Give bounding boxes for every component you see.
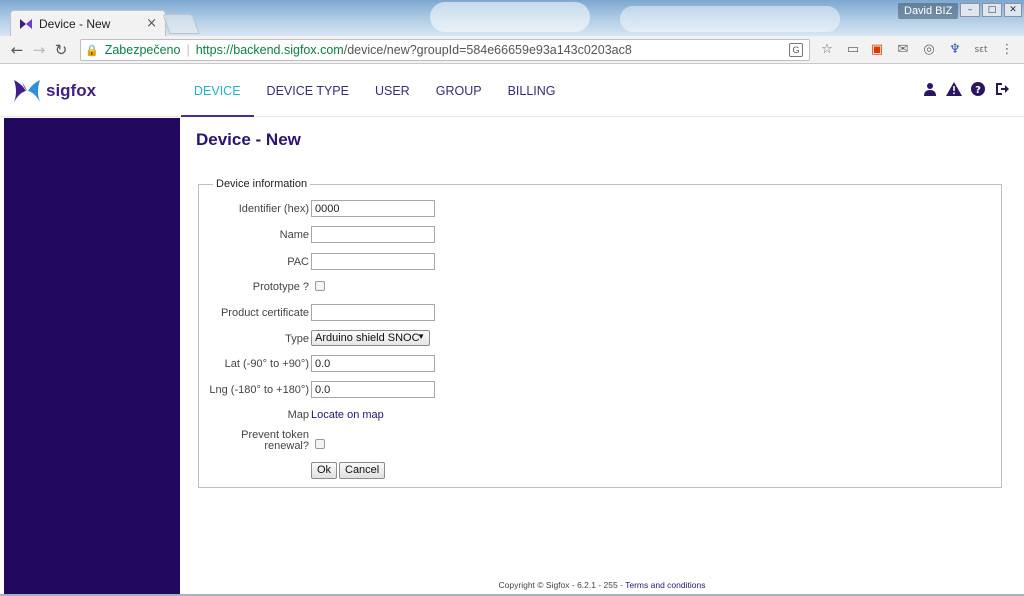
- extension-figure-icon[interactable]: ♆: [946, 41, 964, 59]
- prevent-token-checkbox[interactable]: [315, 439, 325, 449]
- warning-icon[interactable]: [946, 82, 962, 98]
- minimize-icon[interactable]: –: [960, 3, 980, 17]
- identifier-input[interactable]: [311, 200, 435, 217]
- translate-icon[interactable]: G: [789, 43, 803, 57]
- user-icon[interactable]: [922, 82, 938, 98]
- sidebar: [4, 118, 180, 596]
- bookmark-star-icon[interactable]: ☆: [818, 41, 836, 59]
- ok-button[interactable]: Ok: [311, 462, 338, 479]
- svg-text:?: ?: [975, 85, 981, 96]
- mail-icon[interactable]: ✉: [894, 41, 912, 59]
- prevent-token-label: Prevent token renewal?: [241, 430, 309, 452]
- type-row: Type Arduino shield SNOC ▼: [199, 330, 999, 350]
- name-row: Name: [199, 226, 999, 246]
- brand-name: sigfox: [46, 81, 97, 100]
- pac-row: PAC: [199, 253, 999, 273]
- sigfox-logo-icon: [14, 80, 40, 102]
- office-icon[interactable]: ▣: [868, 41, 886, 59]
- name-input[interactable]: [311, 226, 435, 243]
- nav-group[interactable]: GROUP: [423, 65, 495, 117]
- tab-title: Device - New: [39, 16, 111, 31]
- map-row: Map Locate on map: [199, 406, 999, 426]
- reload-icon[interactable]: ↻: [50, 41, 72, 59]
- nav-device-type[interactable]: DEVICE TYPE: [254, 65, 362, 117]
- name-label: Name: [279, 229, 309, 241]
- nav-billing[interactable]: BILLING: [495, 65, 569, 117]
- extension-set-icon[interactable]: sɛt: [972, 41, 990, 59]
- main-nav: DEVICE DEVICE TYPE USER GROUP BILLING: [181, 65, 569, 117]
- tab-close-icon[interactable]: ×: [146, 16, 157, 31]
- buttons-row: Ok Cancel: [199, 462, 999, 482]
- address-bar[interactable]: 🔒 Zabezpečeno | https://backend.sigfox.c…: [80, 39, 810, 61]
- nav-device[interactable]: DEVICE: [181, 65, 254, 117]
- product-certificate-row: Product certificate: [199, 304, 999, 324]
- main-content: Device - New Device information Identifi…: [180, 118, 1024, 596]
- nav-user[interactable]: USER: [362, 65, 423, 117]
- extension-icon[interactable]: ▭: [844, 41, 862, 59]
- prevent-token-row: Prevent token renewal?: [199, 430, 999, 456]
- menu-icon[interactable]: ⋮: [998, 41, 1016, 59]
- product-certificate-input[interactable]: [311, 304, 435, 321]
- secure-label: Zabezpečeno: [104, 43, 181, 57]
- prevent-token-label-line2: renewal?: [264, 440, 309, 452]
- map-label: Map: [287, 409, 309, 421]
- extension-circle-icon[interactable]: ◎: [920, 41, 938, 59]
- pac-input[interactable]: [311, 253, 435, 270]
- prototype-checkbox[interactable]: [315, 281, 325, 291]
- cancel-button[interactable]: Cancel: [339, 462, 386, 479]
- new-tab-button[interactable]: [162, 14, 200, 34]
- sky-cloud: [430, 2, 590, 32]
- sigfox-favicon-icon: [20, 18, 32, 29]
- type-label: Type: [285, 333, 309, 345]
- back-icon[interactable]: ←: [6, 41, 28, 59]
- maximize-icon[interactable]: □: [982, 3, 1002, 17]
- pac-label: PAC: [287, 256, 309, 268]
- lng-label: Lng (-180° to +180°): [209, 384, 309, 396]
- lat-row: Lat (-90° to +90°): [199, 355, 999, 375]
- lat-input[interactable]: [311, 355, 435, 372]
- close-window-icon[interactable]: ✕: [1004, 3, 1022, 17]
- page-title: Device - New: [196, 130, 301, 149]
- copyright-text: Copyright © Sigfox - 6.2.1 - 255 -: [498, 580, 626, 590]
- type-selected-value: Arduino shield SNOC: [315, 332, 420, 344]
- browser-titlebar: Device - New × David BIZ – □ ✕: [0, 0, 1024, 36]
- sky-cloud: [620, 6, 840, 32]
- dropdown-arrow-icon: ▼: [417, 332, 425, 341]
- locate-on-map-link[interactable]: Locate on map: [311, 409, 384, 421]
- footer: Copyright © Sigfox - 6.2.1 - 255 - Terms…: [180, 580, 1024, 590]
- app: sigfox DEVICE DEVICE TYPE USER GROUP BIL…: [0, 65, 1024, 596]
- sigfox-logo[interactable]: sigfox: [12, 78, 96, 104]
- device-information-form: Device information Identifier (hex) Name…: [198, 178, 1002, 488]
- app-header: sigfox DEVICE DEVICE TYPE USER GROUP BIL…: [0, 65, 1024, 117]
- identifier-row: Identifier (hex): [199, 200, 999, 220]
- url-host: https://backend.sigfox.com: [195, 43, 344, 57]
- url-path: /device/new?groupId=584e66659e93a143c020…: [343, 43, 632, 57]
- prototype-row: Prototype ?: [199, 278, 999, 298]
- product-certificate-label: Product certificate: [220, 307, 309, 319]
- lng-row: Lng (-180° to +180°): [199, 381, 999, 401]
- lat-label: Lat (-90° to +90°): [224, 358, 309, 370]
- browser-user-badge[interactable]: David BIZ: [898, 3, 959, 19]
- lock-icon: 🔒: [85, 44, 99, 57]
- lng-input[interactable]: [311, 381, 435, 398]
- header-icons: ?: [922, 82, 1010, 98]
- identifier-label: Identifier (hex): [238, 203, 309, 215]
- terms-link[interactable]: Terms and conditions: [625, 580, 705, 590]
- type-select[interactable]: Arduino shield SNOC ▼: [311, 330, 430, 346]
- form-legend: Device information: [216, 178, 308, 190]
- help-icon[interactable]: ?: [970, 82, 986, 98]
- prototype-label: Prototype ?: [252, 281, 309, 293]
- logout-icon[interactable]: [994, 82, 1010, 98]
- forward-icon[interactable]: →: [28, 41, 50, 59]
- browser-tab[interactable]: Device - New ×: [10, 10, 166, 36]
- divider: |: [186, 43, 190, 57]
